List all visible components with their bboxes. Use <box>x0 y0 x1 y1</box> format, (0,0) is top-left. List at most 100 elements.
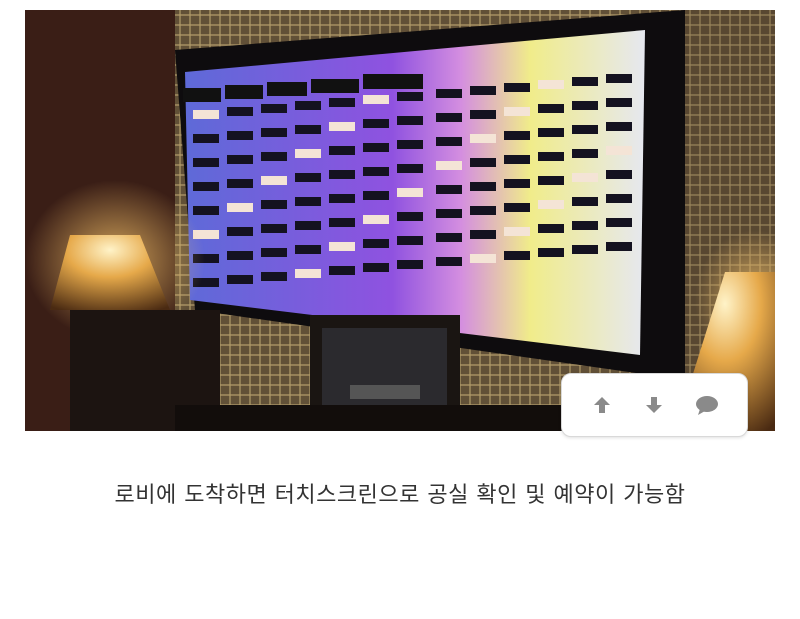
room-tile <box>397 164 423 173</box>
room-tile <box>227 179 253 188</box>
room-tile <box>261 104 287 113</box>
room-tile <box>538 128 564 137</box>
arrow-down-icon <box>646 397 663 413</box>
room-tile <box>572 197 598 206</box>
room-tile <box>504 107 530 116</box>
room-tile <box>538 176 564 185</box>
room-tile <box>363 143 389 152</box>
room-tile <box>538 104 564 113</box>
room-tile <box>261 176 287 185</box>
room-tile <box>436 185 462 194</box>
upvote-button[interactable] <box>582 385 622 425</box>
room-tile <box>397 188 423 197</box>
room-tile <box>538 224 564 233</box>
room-tile <box>227 275 253 284</box>
room-tile <box>504 227 530 236</box>
room-tile <box>227 203 253 212</box>
room-tile <box>538 152 564 161</box>
room-tile <box>397 116 423 125</box>
room-tile <box>572 125 598 134</box>
room-tile <box>261 200 287 209</box>
room-tile <box>295 245 321 254</box>
room-tile <box>363 119 389 128</box>
room-tile <box>329 194 355 203</box>
room-tile <box>504 155 530 164</box>
room-tile <box>538 248 564 257</box>
room-tile <box>397 212 423 221</box>
room-tile <box>329 146 355 155</box>
room-tile <box>295 101 321 110</box>
room-tile <box>436 137 462 146</box>
room-tile <box>436 89 462 98</box>
room-tile <box>261 128 287 137</box>
room-tile <box>329 98 355 107</box>
room-tile <box>436 113 462 122</box>
room-tile <box>538 80 564 89</box>
room-tile <box>193 182 219 191</box>
room-tile <box>470 230 496 239</box>
room-tile <box>329 242 355 251</box>
room-tile <box>329 170 355 179</box>
room-tile <box>606 74 632 83</box>
room-tile <box>470 206 496 215</box>
room-tile <box>295 173 321 182</box>
lobby-touchscreen-photo <box>25 10 775 431</box>
room-tile <box>606 122 632 131</box>
room-tile <box>193 206 219 215</box>
room-tile <box>363 263 389 272</box>
room-tile <box>329 266 355 275</box>
post-caption: 로비에 도착하면 터치스크린으로 공실 확인 및 예약이 가능함 <box>114 483 686 508</box>
room-tile <box>606 170 632 179</box>
room-tile <box>261 224 287 233</box>
room-tile <box>227 107 253 116</box>
room-tile <box>295 197 321 206</box>
room-tile <box>295 125 321 134</box>
room-tile <box>363 95 389 104</box>
room-tile <box>227 251 253 260</box>
speech-bubble-icon <box>695 396 718 415</box>
room-tile <box>363 215 389 224</box>
room-tile <box>504 131 530 140</box>
room-tile <box>572 173 598 182</box>
room-tile <box>227 227 253 236</box>
room-tile <box>436 161 462 170</box>
room-tile <box>295 269 321 278</box>
room-tile <box>227 155 253 164</box>
room-tile <box>572 77 598 86</box>
comment-button[interactable] <box>687 385 727 425</box>
room-tile <box>261 152 287 161</box>
room-tile <box>572 245 598 254</box>
room-tile <box>397 92 423 101</box>
room-tile <box>193 158 219 167</box>
downvote-button[interactable] <box>634 385 674 425</box>
room-tile <box>397 260 423 269</box>
room-tile <box>193 134 219 143</box>
room-tile <box>606 218 632 227</box>
room-tile <box>504 179 530 188</box>
room-tile <box>227 131 253 140</box>
room-tile <box>329 122 355 131</box>
room-tile <box>193 110 219 119</box>
room-tile <box>295 149 321 158</box>
room-tile <box>470 110 496 119</box>
room-tile <box>397 140 423 149</box>
room-tile <box>363 239 389 248</box>
arrow-up-icon <box>594 397 611 413</box>
room-tile <box>436 257 462 266</box>
room-tile <box>504 83 530 92</box>
room-tile <box>295 221 321 230</box>
room-tile <box>606 98 632 107</box>
room-tile <box>504 251 530 260</box>
room-tile <box>606 242 632 251</box>
room-tile <box>470 254 496 263</box>
room-tile <box>572 221 598 230</box>
room-tile <box>470 86 496 95</box>
room-tile <box>470 158 496 167</box>
room-tile <box>470 182 496 191</box>
room-tile <box>363 191 389 200</box>
room-tile <box>436 209 462 218</box>
room-tile <box>436 233 462 242</box>
room-tile <box>470 134 496 143</box>
room-tile <box>606 194 632 203</box>
reaction-bar <box>561 373 748 437</box>
